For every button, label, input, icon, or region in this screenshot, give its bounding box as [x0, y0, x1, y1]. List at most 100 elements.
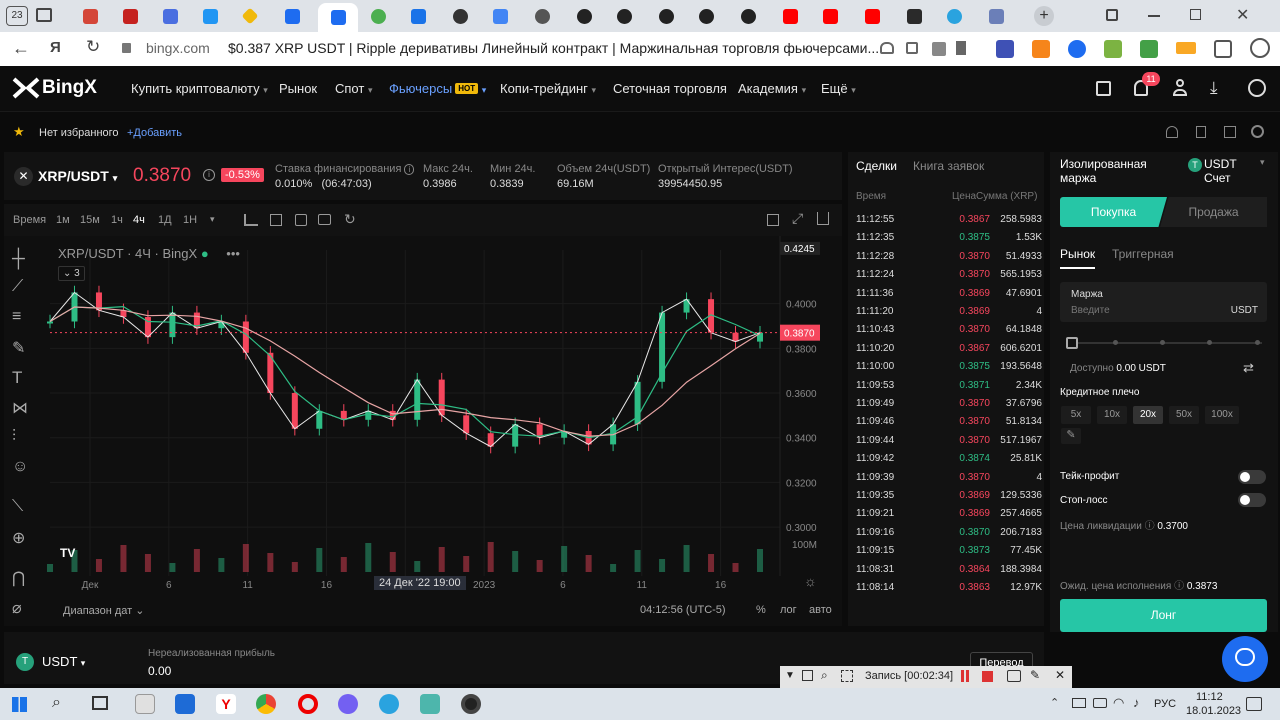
reload-icon[interactable]: ↻: [86, 37, 100, 57]
nav-more[interactable]: Ещё ▾: [821, 81, 856, 96]
browser-tab[interactable]: [564, 4, 604, 28]
browser-tab[interactable]: [440, 4, 480, 28]
battery-extension-icon[interactable]: [1176, 42, 1196, 54]
chevron-down-icon[interactable]: ▾: [210, 214, 215, 225]
layout-icon[interactable]: [295, 214, 307, 226]
tab-trigger-order[interactable]: Триггерная: [1112, 247, 1174, 261]
bingx-logo[interactable]: BingX: [12, 77, 97, 99]
fullscreen-icon[interactable]: ⤢: [792, 210, 803, 227]
margin-mode[interactable]: Изолированная маржа: [1060, 157, 1170, 185]
amount-slider-handle[interactable]: [1066, 337, 1078, 349]
browser-tab[interactable]: [604, 4, 644, 28]
camera-icon[interactable]: [318, 214, 331, 225]
headphones-icon[interactable]: [880, 42, 894, 54]
price-chart[interactable]: Дек61116212023611160.42450.40000.38000.3…: [4, 236, 842, 626]
refresh-icon[interactable]: ↻: [344, 211, 356, 228]
pair-selector[interactable]: XRP/USDT ▾: [38, 168, 117, 184]
candle-type-icon[interactable]: [270, 214, 282, 226]
wifi-icon[interactable]: ◠: [1113, 695, 1124, 711]
edit-leverage-icon[interactable]: ✎: [1061, 428, 1081, 444]
slider-tick[interactable]: [1113, 340, 1118, 345]
clock-time[interactable]: 11:12: [1196, 691, 1223, 703]
reader-icon[interactable]: [932, 42, 946, 56]
tab-market-order[interactable]: Рынок: [1060, 247, 1096, 269]
percent-scale-toggle[interactable]: %: [756, 604, 766, 616]
metamask-icon[interactable]: [1032, 40, 1050, 58]
close-window-icon[interactable]: ✕: [1236, 5, 1249, 25]
zoom-in-icon[interactable]: ⊕: [12, 528, 36, 548]
indicator-legend-toggle[interactable]: ⌄ 3: [58, 266, 85, 281]
long-button[interactable]: Лонг: [1060, 599, 1267, 632]
recorder-app-icon[interactable]: [461, 694, 481, 714]
camera-icon[interactable]: [1007, 670, 1021, 682]
info-icon[interactable]: i: [203, 169, 215, 181]
margin-input-box[interactable]: Маржа Введите USDT: [1060, 282, 1267, 322]
crosshair-icon[interactable]: ┼: [12, 248, 36, 268]
interval-1m[interactable]: 1м: [56, 214, 70, 226]
language-indicator[interactable]: РУС: [1154, 698, 1176, 710]
viber-icon[interactable]: [338, 694, 358, 714]
document-icon[interactable]: [1196, 126, 1206, 138]
browser-tab[interactable]: [110, 4, 150, 28]
account-selector[interactable]: USDT Счет: [1204, 157, 1254, 185]
take-profit-toggle[interactable]: [1238, 470, 1266, 484]
yandex-icon[interactable]: Я: [50, 39, 61, 56]
collapse-icon[interactable]: ▼: [785, 670, 795, 681]
browser-tab[interactable]: [150, 4, 190, 28]
tray-display-icon[interactable]: [1072, 698, 1086, 708]
browser-tab[interactable]: [686, 4, 726, 28]
support-chat-button[interactable]: [1222, 636, 1268, 682]
search-icon[interactable]: ⌕: [821, 668, 828, 683]
extension-icon[interactable]: [1068, 40, 1086, 58]
browser-tab[interactable]: [646, 4, 686, 28]
browser-tab[interactable]: [480, 4, 520, 28]
app-icon[interactable]: [420, 694, 440, 714]
share-icon[interactable]: [906, 42, 918, 54]
browser-tab[interactable]: [190, 4, 230, 28]
measure-icon[interactable]: ⫶: [12, 428, 36, 448]
volume-icon[interactable]: ♪: [1133, 695, 1140, 710]
leverage-100x[interactable]: 100x: [1205, 406, 1239, 424]
browser-tab[interactable]: [976, 4, 1016, 28]
extension-icon[interactable]: [1140, 40, 1158, 58]
lock-icon[interactable]: [122, 43, 131, 53]
telegram-icon[interactable]: [379, 694, 399, 714]
chart-svg[interactable]: Дек61116212023611160.42450.40000.38000.3…: [4, 236, 842, 626]
interval-1d[interactable]: 1Д: [158, 214, 172, 226]
gallery-icon[interactable]: [36, 8, 52, 22]
more-icon[interactable]: •••: [226, 246, 240, 261]
downloads-icon[interactable]: [1250, 38, 1270, 58]
layout-icon[interactable]: [1224, 126, 1236, 138]
horizontal-lines-icon[interactable]: ≡: [12, 308, 36, 328]
pattern-icon[interactable]: ⋈: [12, 398, 36, 418]
lock-drawings-icon[interactable]: ⌀: [12, 598, 36, 618]
window-icon[interactable]: [802, 670, 813, 681]
leverage-10x[interactable]: 10x: [1097, 406, 1127, 424]
nav-futures[interactable]: Фьючерсы HOT ▾: [389, 81, 486, 96]
browser-tab[interactable]: [810, 4, 850, 28]
stop-icon[interactable]: [982, 671, 993, 682]
browser-tab[interactable]: [358, 4, 398, 28]
photos-icon[interactable]: [175, 694, 195, 714]
browser-tab[interactable]: [398, 4, 438, 28]
back-icon[interactable]: ←: [12, 38, 30, 59]
pause-icon[interactable]: [961, 670, 969, 682]
clock-date[interactable]: 18.01.2023: [1186, 705, 1241, 717]
alert-icon[interactable]: [1166, 126, 1178, 138]
tray-chevron-icon[interactable]: ⌃: [1050, 696, 1059, 709]
tray-battery-icon[interactable]: [1093, 698, 1107, 708]
ruler-icon[interactable]: ⟍: [12, 498, 36, 518]
tab-order-book[interactable]: Книга заявок: [913, 159, 984, 173]
task-view-icon[interactable]: [92, 696, 108, 710]
browser-tab[interactable]: [272, 4, 312, 28]
browser-tab[interactable]: [70, 4, 110, 28]
settings-icon[interactable]: [1251, 125, 1264, 138]
browser-tab[interactable]: [770, 4, 810, 28]
close-icon[interactable]: ✕: [1055, 668, 1065, 682]
trendline-icon[interactable]: ⟋: [12, 278, 36, 298]
nav-grid-trading[interactable]: Сеточная торговля: [613, 81, 727, 96]
brush-icon[interactable]: ✎: [12, 338, 36, 358]
download-extension-icon[interactable]: [1104, 40, 1122, 58]
nav-spot[interactable]: Спот ▾: [335, 81, 372, 96]
interval-1h[interactable]: 1ч: [111, 214, 123, 226]
